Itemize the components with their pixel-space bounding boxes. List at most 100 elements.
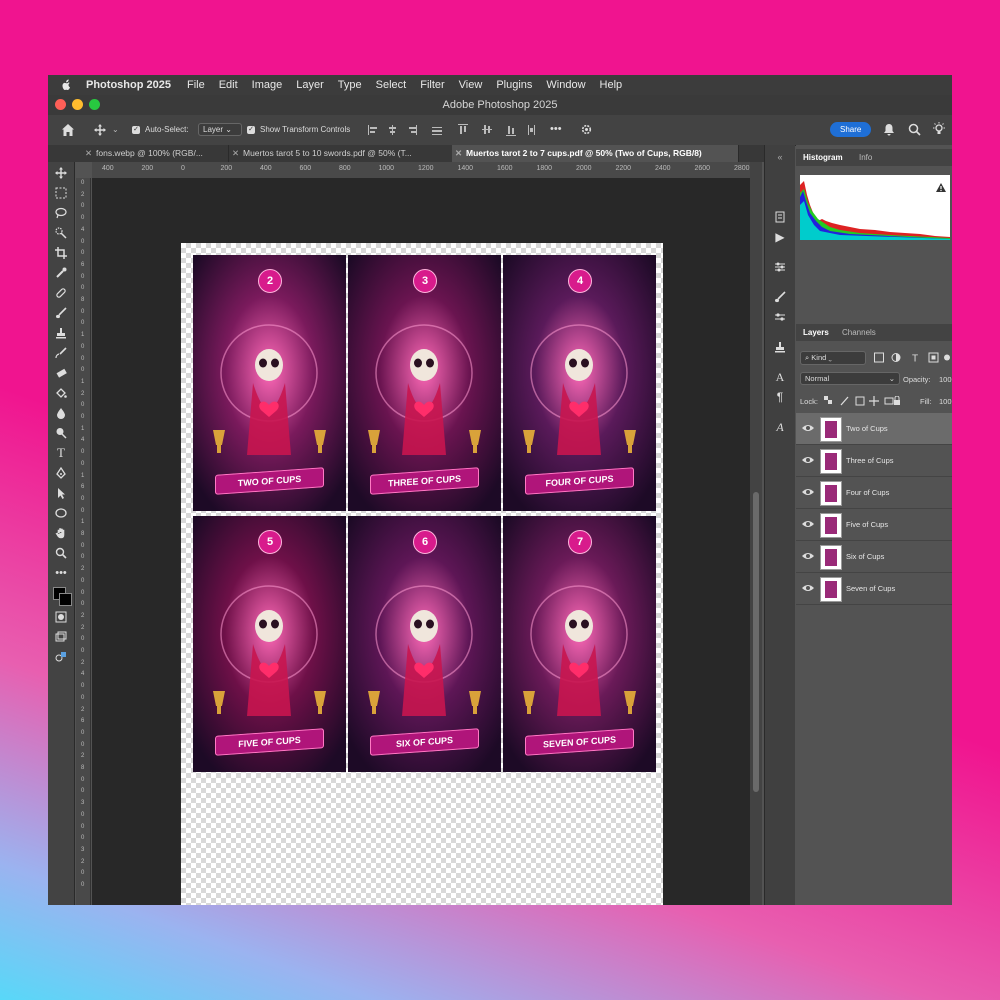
tarot-card[interactable]: 2 TWO OF CUPS [193, 255, 346, 511]
tab-fons[interactable]: ✕ fons.webp @ 100% (RGB/... [82, 145, 229, 162]
type-tool-icon[interactable]: T [53, 445, 69, 461]
fill-value[interactable]: 100 [939, 397, 952, 406]
tarot-card[interactable]: 4 FOUR OF CUPS [503, 255, 656, 511]
menu-window[interactable]: Window [546, 79, 585, 91]
zoom-window-button[interactable] [89, 99, 100, 110]
brushes-icon[interactable] [772, 289, 788, 305]
opacity-value[interactable]: 100 [939, 375, 952, 384]
more-options-button[interactable]: ••• [550, 123, 562, 135]
crop-tool-icon[interactable] [53, 245, 69, 261]
collapse-icon[interactable]: « [772, 149, 788, 165]
search-icon[interactable] [908, 123, 921, 136]
layer-row[interactable]: Three of Cups [796, 445, 952, 477]
menu-edit[interactable]: Edit [219, 79, 238, 91]
transform-controls-checkbox[interactable]: ✓ [247, 126, 255, 134]
menu-layer[interactable]: Layer [296, 79, 324, 91]
blend-mode-dropdown[interactable]: Normal ⌄ [800, 372, 900, 385]
more-tools-icon[interactable]: ••• [53, 565, 69, 581]
layer-row[interactable]: Four of Cups [796, 477, 952, 509]
layer-filter-kind[interactable]: ⌕ Kind ⌄ [800, 351, 866, 365]
tarot-card[interactable]: 6 SIX OF CUPS [348, 516, 501, 772]
play-icon[interactable]: ▶ [772, 229, 788, 245]
quick-mask-icon[interactable] [53, 609, 69, 625]
vertical-scrollbar[interactable] [750, 162, 762, 905]
bell-icon[interactable] [883, 123, 895, 136]
marquee-tool-icon[interactable] [53, 185, 69, 201]
history-brush-tool-icon[interactable] [53, 345, 69, 361]
tab-swords[interactable]: ✕ Muertos tarot 5 to 10 swords.pdf @ 50% … [229, 145, 458, 162]
menu-filter[interactable]: Filter [420, 79, 444, 91]
distribute-icons[interactable] [458, 124, 544, 136]
eye-icon[interactable] [802, 551, 814, 561]
move-tool-icon[interactable] [53, 165, 69, 181]
menu-help[interactable]: Help [600, 79, 623, 91]
light-bulb-icon[interactable] [932, 122, 946, 136]
gear-icon[interactable] [580, 123, 593, 136]
layer-row[interactable]: Six of Cups [796, 541, 952, 573]
layer-filter-icons[interactable]: T [874, 352, 950, 363]
auto-select-dropdown[interactable]: Layer ⌄ [198, 123, 242, 136]
glyphs-icon[interactable]: A [772, 419, 788, 435]
warning-icon[interactable] [936, 183, 946, 192]
layer-row[interactable]: Two of Cups [796, 413, 952, 445]
hand-tool-icon[interactable] [53, 525, 69, 541]
tab-info[interactable]: Info [859, 149, 872, 166]
screen-mode-icon[interactable] [53, 629, 69, 645]
character-icon[interactable]: A [772, 369, 788, 385]
tarot-card[interactable]: 7 SEVEN OF CUPS [503, 516, 656, 772]
menu-plugins[interactable]: Plugins [496, 79, 532, 91]
app-menu[interactable]: Photoshop 2025 [86, 79, 171, 91]
background-color-swatch[interactable] [59, 593, 72, 606]
eye-icon[interactable] [802, 487, 814, 497]
ellipse-tool-icon[interactable] [53, 505, 69, 521]
menu-file[interactable]: File [187, 79, 205, 91]
tab-histogram[interactable]: Histogram [803, 149, 843, 166]
eye-icon[interactable] [802, 519, 814, 529]
scrollbar-thumb[interactable] [753, 492, 759, 792]
blur-tool-icon[interactable] [53, 405, 69, 421]
menu-select[interactable]: Select [376, 79, 407, 91]
home-icon[interactable] [61, 123, 75, 137]
quick-select-tool-icon[interactable] [53, 225, 69, 241]
tab-channels[interactable]: Channels [842, 324, 876, 341]
menu-image[interactable]: Image [252, 79, 283, 91]
path-selection-tool-icon[interactable] [53, 485, 69, 501]
close-tab-icon[interactable]: ✕ [455, 145, 462, 162]
eye-icon[interactable] [802, 583, 814, 593]
eye-icon[interactable] [802, 423, 814, 433]
healing-brush-tool-icon[interactable] [53, 285, 69, 301]
close-window-button[interactable] [55, 99, 66, 110]
brush-settings-icon[interactable] [772, 309, 788, 325]
document-canvas[interactable]: 2 TWO OF CUPS 3 THREE OF CUPS 4 FOUR OF CUPS 5… [181, 243, 663, 905]
tab-cups[interactable]: ✕ Muertos tarot 2 to 7 cups.pdf @ 50% (Tw… [452, 145, 739, 162]
clone-stamp-tool-icon[interactable] [53, 325, 69, 341]
eye-icon[interactable] [802, 455, 814, 465]
eyedropper-tool-icon[interactable] [53, 265, 69, 281]
layer-row[interactable]: Seven of Cups [796, 573, 952, 605]
align-icons[interactable] [368, 124, 454, 136]
eraser-tool-icon[interactable] [53, 365, 69, 381]
lasso-tool-icon[interactable] [53, 205, 69, 221]
clone-source-icon[interactable] [772, 339, 788, 355]
edit-toolbar-icon[interactable] [53, 649, 69, 665]
paint-bucket-tool-icon[interactable] [53, 385, 69, 401]
close-tab-icon[interactable]: ✕ [232, 145, 239, 162]
share-button[interactable]: Share [830, 122, 872, 137]
tarot-card[interactable]: 3 THREE OF CUPS [348, 255, 501, 511]
paragraph-icon[interactable]: ¶ [772, 389, 788, 405]
auto-select-checkbox[interactable]: ✓ [132, 126, 140, 134]
dodge-tool-icon[interactable] [53, 425, 69, 441]
brush-tool-icon[interactable] [53, 305, 69, 321]
move-tool-icon[interactable] [94, 124, 106, 136]
pen-tool-icon[interactable] [53, 465, 69, 481]
adjustments-icon[interactable] [772, 259, 788, 275]
menu-view[interactable]: View [459, 79, 483, 91]
tarot-card[interactable]: 5 FIVE OF CUPS [193, 516, 346, 772]
tab-layers[interactable]: Layers [803, 324, 829, 341]
close-tab-icon[interactable]: ✕ [85, 145, 92, 162]
menu-type[interactable]: Type [338, 79, 362, 91]
history-icon[interactable] [772, 209, 788, 225]
chevron-down-icon[interactable]: ⌄ [112, 125, 119, 134]
layer-row[interactable]: Five of Cups [796, 509, 952, 541]
apple-icon[interactable] [60, 79, 72, 91]
